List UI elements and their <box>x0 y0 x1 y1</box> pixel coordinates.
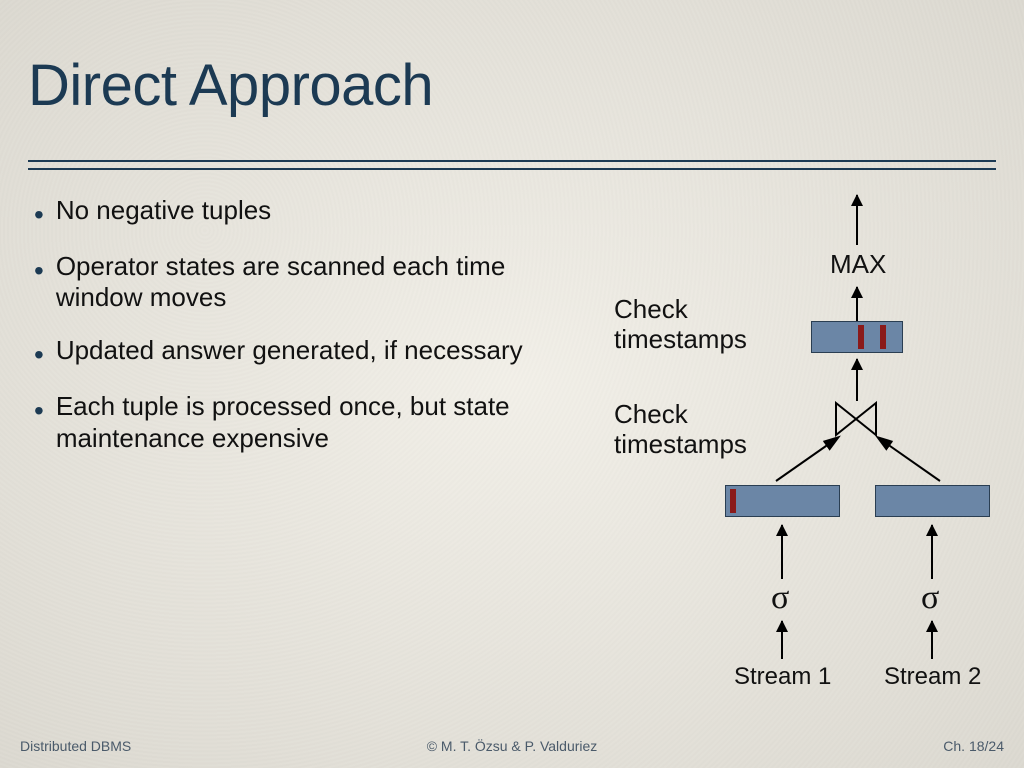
arrow-icon <box>781 621 783 659</box>
selection-operator-label: σ <box>921 579 939 617</box>
bullet-dot-icon: • <box>34 201 44 229</box>
bullet-dot-icon: • <box>34 341 44 369</box>
state-box <box>875 485 990 517</box>
slide-title: Direct Approach <box>28 52 433 119</box>
bullet-text: No negative tuples <box>56 195 554 226</box>
join-operator-icon <box>834 401 878 437</box>
bullet-item: • Operator states are scanned each time … <box>34 251 554 313</box>
footer-right: Ch. 18/24 <box>943 738 1004 754</box>
slide-footer: Distributed DBMS © M. T. Özsu & P. Valdu… <box>0 732 1024 756</box>
query-plan-diagram: MAX Check timestamps Check timestamps <box>590 195 1010 715</box>
arrow-icon <box>770 435 850 490</box>
state-box <box>811 321 903 353</box>
bullet-dot-icon: • <box>34 257 44 285</box>
selection-operator-label: σ <box>771 579 789 617</box>
arrow-icon <box>856 195 858 245</box>
bullet-item: • Updated answer generated, if necessary <box>34 335 554 369</box>
slide: Direct Approach • No negative tuples • O… <box>0 0 1024 768</box>
check-timestamps-label: Check timestamps <box>614 400 774 460</box>
tuple-marker <box>880 325 886 349</box>
bullet-item: • No negative tuples <box>34 195 554 229</box>
state-box <box>725 485 840 517</box>
check-timestamps-label: Check timestamps <box>614 295 774 355</box>
bullet-item: • Each tuple is processed once, but stat… <box>34 391 554 453</box>
tuple-marker <box>730 489 736 513</box>
stream-label: Stream 1 <box>734 663 831 691</box>
arrow-icon <box>856 359 858 401</box>
footer-left: Distributed DBMS <box>20 738 131 754</box>
bullet-dot-icon: • <box>34 397 44 425</box>
stream-label: Stream 2 <box>884 663 981 691</box>
arrow-icon <box>931 621 933 659</box>
bullet-text: Updated answer generated, if necessary <box>56 335 554 366</box>
bullet-text: Each tuple is processed once, but state … <box>56 391 554 453</box>
footer-center: © M. T. Özsu & P. Valduriez <box>427 738 598 754</box>
title-divider <box>28 160 996 170</box>
arrow-icon <box>931 525 933 579</box>
tuple-marker <box>858 325 864 349</box>
arrow-icon <box>856 287 858 321</box>
arrow-icon <box>866 435 946 490</box>
bullet-list: • No negative tuples • Operator states a… <box>34 195 554 476</box>
bullet-text: Operator states are scanned each time wi… <box>56 251 554 313</box>
arrow-icon <box>781 525 783 579</box>
max-operator-label: MAX <box>830 249 886 280</box>
